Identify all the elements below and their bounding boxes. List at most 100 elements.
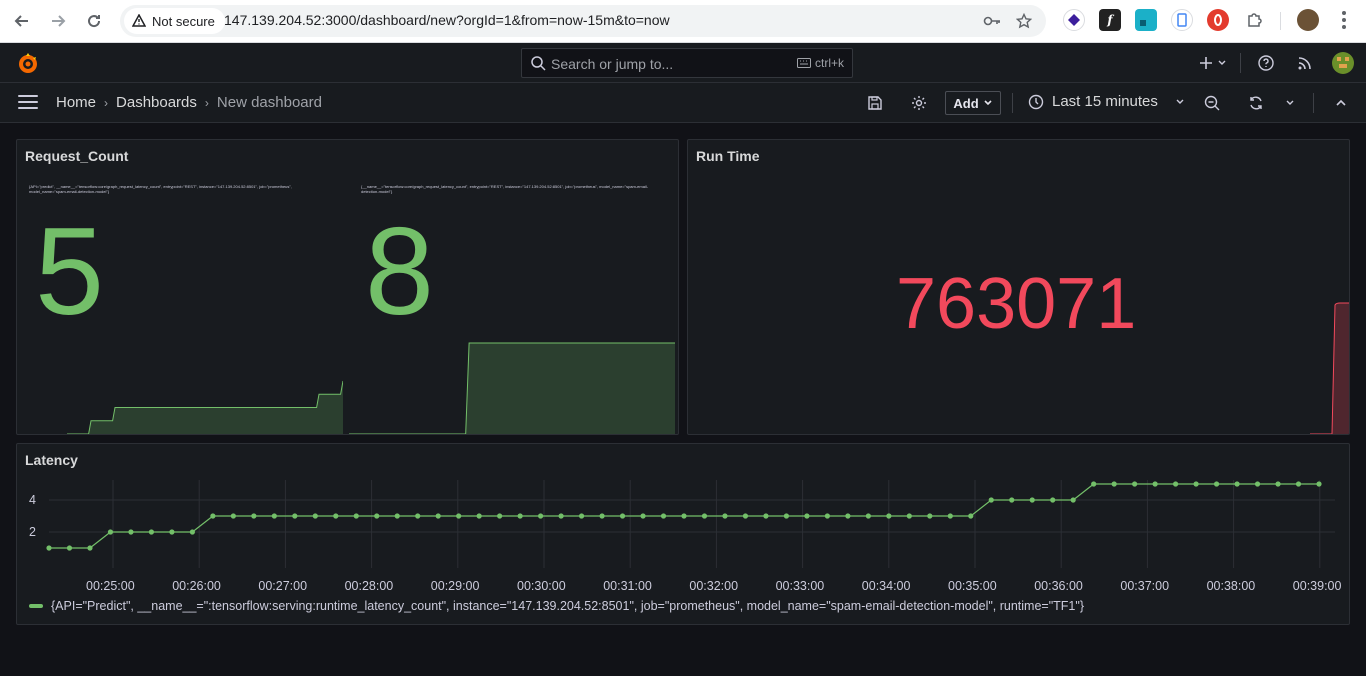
breadcrumb-current: New dashboard (216, 94, 322, 111)
data-point (1029, 497, 1035, 503)
search-bar[interactable]: Search or jump to... ctrl+k (521, 48, 853, 78)
x-tick-label: 00:36:00 (1034, 579, 1083, 593)
data-point (578, 513, 585, 519)
chevron-right-icon: › (204, 95, 209, 110)
arrow-right-icon (52, 15, 66, 27)
data-point (1316, 481, 1322, 487)
data-point (947, 513, 953, 519)
breadcrumb-dashboards[interactable]: Dashboards (116, 94, 197, 111)
data-point (824, 513, 830, 519)
data-point (845, 513, 851, 519)
data-point (619, 513, 626, 519)
x-tick-label: 00:39:00 (1293, 579, 1342, 593)
chart-legend[interactable]: {API="Predict", __name__=":tensorflow:se… (29, 599, 1084, 613)
data-point (804, 513, 810, 519)
reload-button[interactable] (80, 7, 108, 35)
data-point (988, 497, 994, 503)
latency-chart[interactable]: 2 4 00:25:00 00:26:00 00:27:00 00:28:00 00:29:… (17, 480, 1350, 595)
settings-button[interactable] (909, 93, 929, 113)
data-point (660, 513, 667, 519)
data-point (865, 513, 871, 519)
x-tick-label: 00:25:00 (86, 579, 135, 593)
chevron-down-icon (1218, 60, 1226, 65)
zoom-out-icon (1204, 95, 1220, 111)
breadcrumb: Home › Dashboards › New dashboard (56, 94, 322, 111)
sparkline-area (349, 343, 675, 434)
chevron-down-icon (1176, 99, 1184, 104)
data-point (1254, 481, 1261, 487)
x-tick-label: 00:27:00 (258, 579, 307, 593)
panel-run-time[interactable]: Run Time 763071 (687, 139, 1350, 435)
add-button-label: Add (953, 95, 979, 111)
profile-avatar[interactable] (1297, 9, 1319, 31)
menu-icon[interactable] (1333, 9, 1355, 31)
url-text[interactable]: 147.139.204.52:3000/dashboard/new?orgId=… (224, 12, 670, 28)
data-point (886, 513, 892, 519)
extension-icon[interactable] (1135, 9, 1157, 31)
data-point (681, 513, 687, 519)
data-point (640, 513, 646, 519)
data-point (927, 513, 933, 519)
panel-title[interactable]: Run Time (696, 148, 760, 164)
data-point (251, 513, 257, 519)
rss-icon (1298, 57, 1311, 70)
back-button[interactable] (8, 7, 36, 35)
data-point (128, 529, 134, 535)
user-avatar[interactable] (1332, 52, 1354, 74)
extension-icon[interactable] (1063, 9, 1085, 31)
data-point (456, 513, 462, 519)
zoom-out-button[interactable] (1202, 93, 1222, 113)
legend-swatch (29, 604, 43, 608)
browser-toolbar: Not secure 147.139.204.52:3000/dashboard… (0, 0, 1366, 43)
forward-button[interactable] (44, 7, 72, 35)
data-point (46, 545, 52, 551)
x-tick-label: 00:29:00 (431, 579, 480, 593)
security-label: Not secure (152, 13, 215, 29)
x-tick-label: 00:34:00 (862, 579, 911, 593)
panel-request-count[interactable]: Request_Count {API="predict", __name__="… (16, 139, 679, 435)
panel-latency[interactable]: Latency 2 4 00:25:00 00:26:00 00:27:00 00:28:… (16, 443, 1350, 625)
news-button[interactable] (1295, 53, 1315, 73)
toolbar-divider (1012, 93, 1013, 113)
extension-icon[interactable] (1171, 9, 1193, 31)
data-point (783, 513, 790, 519)
data-point (230, 513, 236, 519)
chevron-down-icon (984, 100, 992, 106)
star-icon[interactable] (1014, 11, 1034, 31)
address-bar[interactable]: Not secure 147.139.204.52:3000/dashboard… (120, 5, 1046, 37)
x-tick-label: 00:35:00 (948, 579, 997, 593)
x-tick-label: 00:37:00 (1120, 579, 1169, 593)
data-point (415, 513, 421, 519)
data-point (1234, 481, 1240, 487)
chevron-down-icon (1286, 100, 1294, 105)
add-button[interactable]: Add (945, 91, 1001, 115)
security-indicator[interactable]: Not secure (124, 8, 225, 34)
help-button[interactable] (1256, 53, 1276, 73)
toolbar-divider (1280, 12, 1281, 30)
panel-title[interactable]: Latency (25, 452, 78, 468)
menu-toggle-icon[interactable] (18, 95, 38, 111)
data-point (722, 513, 728, 519)
reload-icon (88, 15, 101, 28)
save-button[interactable] (865, 93, 885, 113)
data-point (210, 513, 216, 519)
key-icon[interactable] (982, 11, 1002, 31)
extension-icon[interactable]: f (1099, 9, 1121, 31)
data-point (742, 513, 749, 519)
time-range-picker[interactable]: Last 15 minutes (1028, 93, 1186, 110)
refresh-button[interactable] (1246, 93, 1266, 113)
legend-label: {API="Predict", __name__=":tensorflow:se… (51, 599, 1084, 613)
panel-title[interactable]: Request_Count (25, 148, 128, 164)
data-point (1091, 481, 1097, 487)
y-tick-label: 4 (29, 493, 36, 507)
toolbar-divider (1313, 93, 1314, 113)
search-shortcut-text: ctrl+k (814, 56, 844, 70)
grafana-logo-icon[interactable] (16, 51, 40, 75)
breadcrumb-home[interactable]: Home (56, 94, 96, 111)
extension-icon[interactable] (1207, 9, 1229, 31)
new-menu-button[interactable] (1196, 53, 1230, 73)
puzzle-icon[interactable] (1243, 9, 1265, 31)
collapse-button[interactable] (1331, 93, 1351, 113)
data-point (538, 513, 544, 519)
refresh-interval-dropdown[interactable] (1280, 93, 1300, 113)
